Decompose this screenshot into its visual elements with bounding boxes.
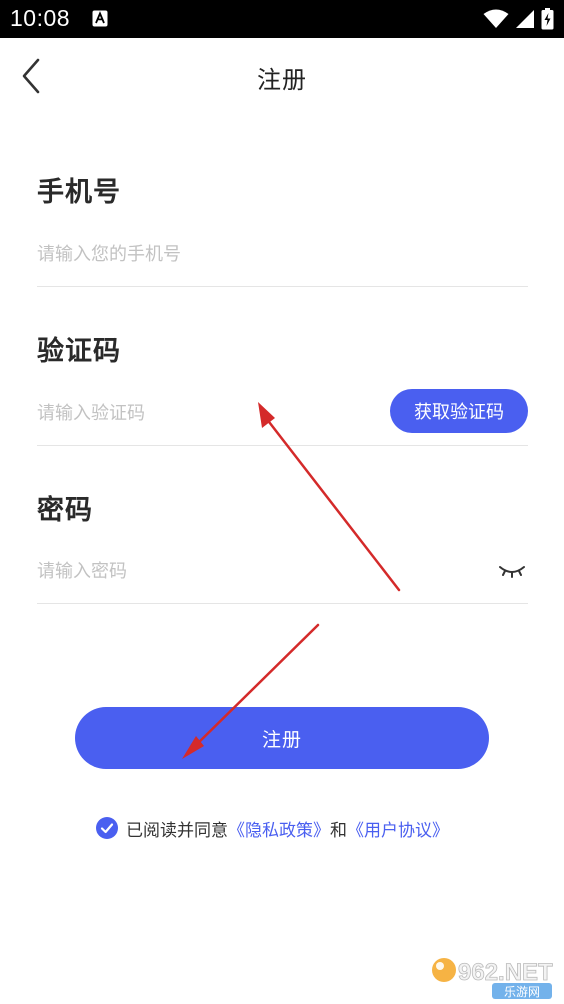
password-field-row [37,539,528,604]
register-button[interactable]: 注册 [75,707,489,769]
battery-icon [541,8,554,30]
watermark-logo: 962.NET 乐游网 [432,958,553,999]
privacy-policy-link[interactable]: 《隐私政策》 [228,816,330,841]
eye-closed-icon[interactable] [498,559,526,583]
signal-icon [516,10,534,28]
password-label: 密码 [37,495,93,526]
status-icons [483,8,554,30]
page-title: 注册 [257,66,307,94]
get-code-button[interactable]: 获取验证码 [390,389,528,433]
code-input[interactable] [37,381,367,445]
user-agreement-link[interactable]: 《用户协议》 [347,816,449,841]
code-field-row: 获取验证码 [37,381,528,446]
phone-field-row [37,222,528,287]
code-label: 验证码 [37,336,121,367]
password-input[interactable] [37,539,367,603]
check-circle-icon[interactable] [96,817,118,839]
phone-label: 手机号 [37,177,121,208]
wifi-icon [483,9,509,28]
phone-input[interactable] [37,222,367,286]
status-bar: 10:08 [0,0,564,38]
watermark-subtitle: 乐游网 [504,985,540,999]
header: 注册 [0,38,564,114]
agreement: 已阅读并同意 《隐私政策》 和 《用户协议》 [96,814,449,842]
status-time: 10:08 [10,5,71,31]
agreement-prefix: 已阅读并同意 [126,820,228,841]
agreement-conjunction: 和 [330,820,347,841]
watermark-brand: 962.NET [458,959,553,986]
notification-a-icon [92,10,108,27]
